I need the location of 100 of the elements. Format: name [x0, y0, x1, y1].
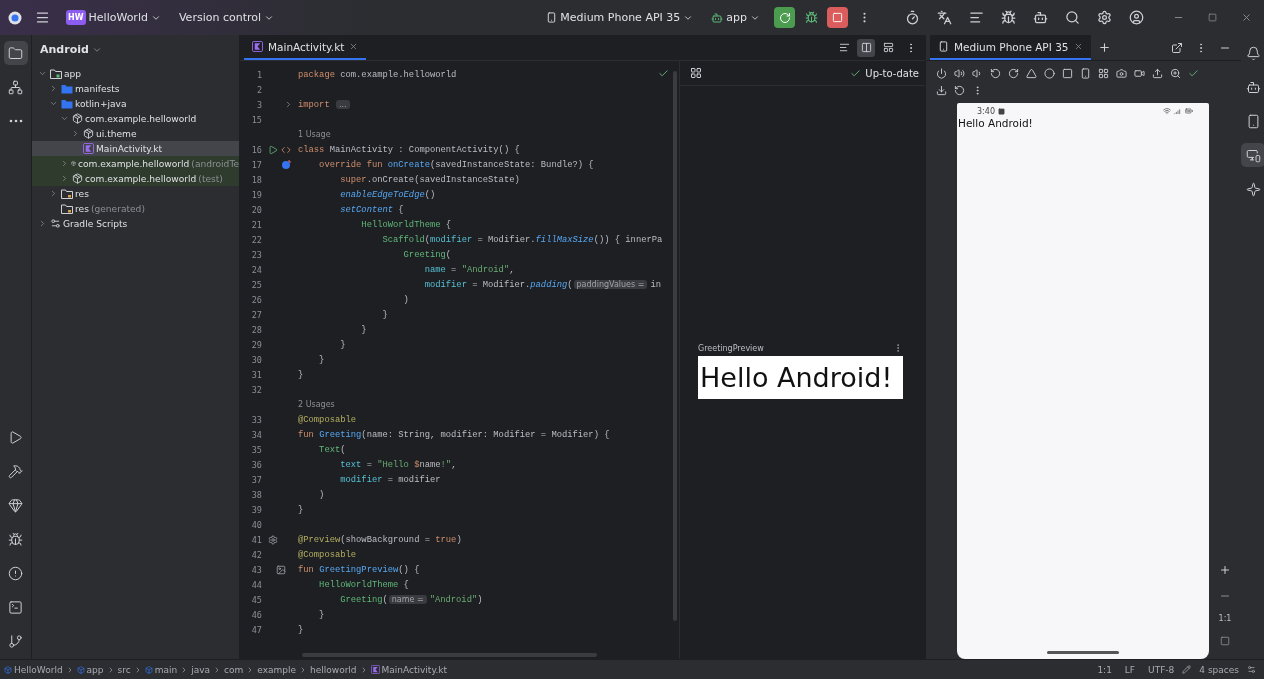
- breadcrumb[interactable]: main: [144, 664, 178, 675]
- device-selector[interactable]: Medium Phone API 35: [542, 8, 698, 27]
- preview-layout-icon[interactable]: [690, 67, 702, 79]
- back-button[interactable]: [1024, 66, 1039, 81]
- tree-item[interactable]: app: [32, 66, 239, 81]
- settings-icon[interactable]: [1247, 665, 1256, 674]
- branch-icon: [8, 633, 23, 649]
- package-icon: [72, 113, 83, 124]
- run-gutter-icon[interactable]: [268, 144, 278, 155]
- power-button[interactable]: [934, 66, 949, 81]
- zoom-button[interactable]: [1168, 66, 1183, 81]
- close-icon[interactable]: [349, 42, 359, 51]
- preview-icon[interactable]: [276, 564, 286, 575]
- breadcrumb[interactable]: com: [224, 664, 244, 675]
- project-view-selector[interactable]: Android: [40, 43, 102, 56]
- breadcrumb[interactable]: helloworld: [310, 664, 357, 675]
- rotate-left-button[interactable]: [988, 66, 1003, 81]
- module-folder-icon: [50, 68, 62, 79]
- pencil-icon[interactable]: [1182, 665, 1192, 674]
- breadcrumb[interactable]: HelloWorld: [4, 664, 63, 675]
- upload-button[interactable]: [1150, 66, 1165, 81]
- run-config-selector[interactable]: app: [707, 8, 764, 27]
- breadcrumb[interactable]: app: [76, 664, 104, 675]
- line-number: 15: [250, 114, 262, 125]
- overview-button[interactable]: [1060, 66, 1075, 81]
- folder-tool-button[interactable]: [3, 41, 28, 65]
- bug-icon: [8, 531, 23, 547]
- code-line: }: [339, 339, 346, 350]
- code-line: modifier = modifier: [339, 474, 441, 485]
- rerun-button[interactable]: [774, 7, 795, 28]
- line-number: 42: [250, 549, 262, 560]
- volume-up-button[interactable]: [952, 66, 967, 81]
- package-icon: [72, 173, 83, 184]
- usage-hint[interactable]: 2 Usages: [298, 400, 335, 409]
- line-number: 25: [250, 279, 262, 290]
- caret-position[interactable]: 1:1: [1092, 664, 1117, 675]
- tree-item[interactable]: com.example.helloworld (androidTe: [32, 156, 239, 171]
- scripts-icon: [50, 218, 61, 229]
- phone-icon: [938, 41, 949, 52]
- tree-item[interactable]: res (generated): [32, 201, 239, 216]
- line-number: 40: [250, 519, 262, 530]
- rendered-preview: Hello Android!: [698, 356, 903, 399]
- code-line: HelloWorldTheme {: [360, 219, 452, 230]
- stop-icon: [832, 12, 843, 23]
- override-icon[interactable]: [281, 159, 291, 170]
- camera-icon: [1116, 68, 1127, 79]
- grid-button[interactable]: [1096, 66, 1111, 81]
- reset-button[interactable]: [952, 83, 967, 98]
- tree-item[interactable]: com.example.helloworld (test): [32, 171, 239, 186]
- rotate-right-button[interactable]: [1006, 66, 1021, 81]
- fold-chevron-icon[interactable]: [284, 100, 293, 109]
- breadcrumb[interactable]: MainActivity.kt: [370, 664, 448, 675]
- download-button[interactable]: [934, 83, 949, 98]
- devices-tool-button[interactable]: [1241, 143, 1264, 167]
- line-number: 41: [250, 534, 262, 545]
- line-number: 22: [250, 234, 262, 245]
- breadcrumb[interactable]: src: [117, 664, 131, 675]
- power-icon: [936, 68, 947, 79]
- split-view-button[interactable]: [857, 38, 875, 57]
- package-icon: [83, 128, 94, 139]
- gem-icon: [8, 497, 23, 513]
- tree-item[interactable]: MainActivity.kt: [32, 141, 239, 156]
- breadcrumb[interactable]: example: [257, 664, 297, 675]
- stop-button[interactable]: [827, 7, 848, 28]
- line-number: 44: [250, 579, 262, 590]
- tree-item[interactable]: kotlin+java: [32, 96, 239, 111]
- line-number: 21: [250, 219, 262, 230]
- camera-button[interactable]: [1114, 66, 1129, 81]
- code-icon[interactable]: [281, 144, 291, 155]
- zoom-reset-button[interactable]: 1:1: [1218, 614, 1232, 623]
- device-tab[interactable]: Medium Phone API 35: [930, 35, 1091, 60]
- tree-item[interactable]: ui.theme: [32, 126, 239, 141]
- tree-item[interactable]: com.example.helloworld: [32, 111, 239, 126]
- home-button[interactable]: [1042, 66, 1057, 81]
- structure-icon: [8, 79, 23, 95]
- robot-icon: [1032, 10, 1048, 25]
- volume-down-icon: [972, 68, 983, 79]
- settings-icon[interactable]: [268, 534, 278, 545]
- back-icon: [1026, 68, 1037, 79]
- close-icon[interactable]: [1073, 42, 1083, 51]
- project-selector[interactable]: HW HelloWorld: [62, 7, 165, 28]
- usage-hint[interactable]: 1 Usage: [298, 130, 331, 139]
- rerun-icon: [778, 11, 791, 24]
- play-icon: [8, 429, 23, 445]
- tree-item[interactable]: res: [32, 186, 239, 201]
- encoding[interactable]: UTF-8: [1143, 664, 1180, 675]
- version-control-menu[interactable]: Version control: [174, 8, 278, 27]
- code-line: package com.example.helloworld: [298, 69, 457, 80]
- overview-icon: [1062, 68, 1073, 79]
- phone-text: Hello Android!: [957, 117, 1033, 129]
- line-number: 32: [250, 384, 262, 395]
- line-ending[interactable]: LF: [1119, 664, 1141, 675]
- indent-setting[interactable]: 4 spaces: [1194, 664, 1244, 675]
- breadcrumb[interactable]: java: [191, 664, 211, 675]
- menu-icon: [34, 10, 50, 25]
- close-icon: [1240, 12, 1252, 23]
- tree-item[interactable]: manifests: [32, 81, 239, 96]
- line-number: 28: [250, 324, 262, 335]
- code-line: }: [381, 309, 388, 320]
- tree-item[interactable]: Gradle Scripts: [32, 216, 239, 231]
